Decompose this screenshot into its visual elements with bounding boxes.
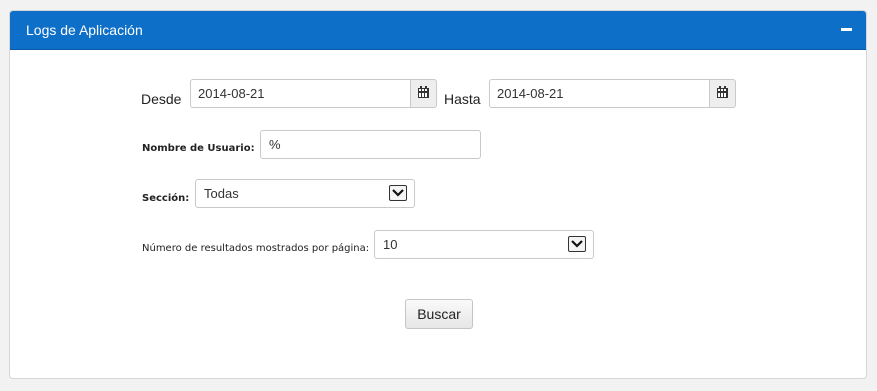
calendar-icon: [418, 86, 429, 98]
hasta-label: Hasta: [444, 91, 481, 107]
collapse-button[interactable]: [840, 19, 854, 37]
chevron-down-icon: [568, 236, 586, 252]
desde-calendar-button[interactable]: [410, 79, 437, 108]
hasta-date-group: 2014-08-21: [489, 79, 736, 108]
resultados-label: Número de resultados mostrados por págin…: [142, 243, 370, 254]
buscar-button[interactable]: Buscar: [405, 299, 473, 329]
seccion-selected-value: Todas: [204, 186, 239, 201]
resultados-select[interactable]: 10: [374, 230, 594, 259]
desde-input[interactable]: 2014-08-21: [190, 79, 410, 108]
hasta-input[interactable]: 2014-08-21: [489, 79, 709, 108]
desde-date-group: 2014-08-21: [190, 79, 437, 108]
logs-panel: Logs de Aplicación Desde 2014-08-21 Hast…: [9, 10, 867, 379]
calendar-icon: [717, 86, 728, 98]
resultados-selected-value: 10: [383, 237, 398, 252]
chevron-down-icon: [389, 185, 407, 201]
usuario-label: Nombre de Usuario:: [142, 143, 255, 154]
minus-icon: [841, 28, 852, 31]
desde-label: Desde: [141, 91, 182, 107]
panel-title: Logs de Aplicación: [26, 22, 143, 38]
seccion-label: Sección:: [142, 193, 190, 204]
usuario-input[interactable]: %: [260, 130, 481, 159]
hasta-calendar-button[interactable]: [709, 79, 736, 108]
seccion-select[interactable]: Todas: [195, 179, 415, 208]
panel-header: Logs de Aplicación: [10, 11, 866, 50]
